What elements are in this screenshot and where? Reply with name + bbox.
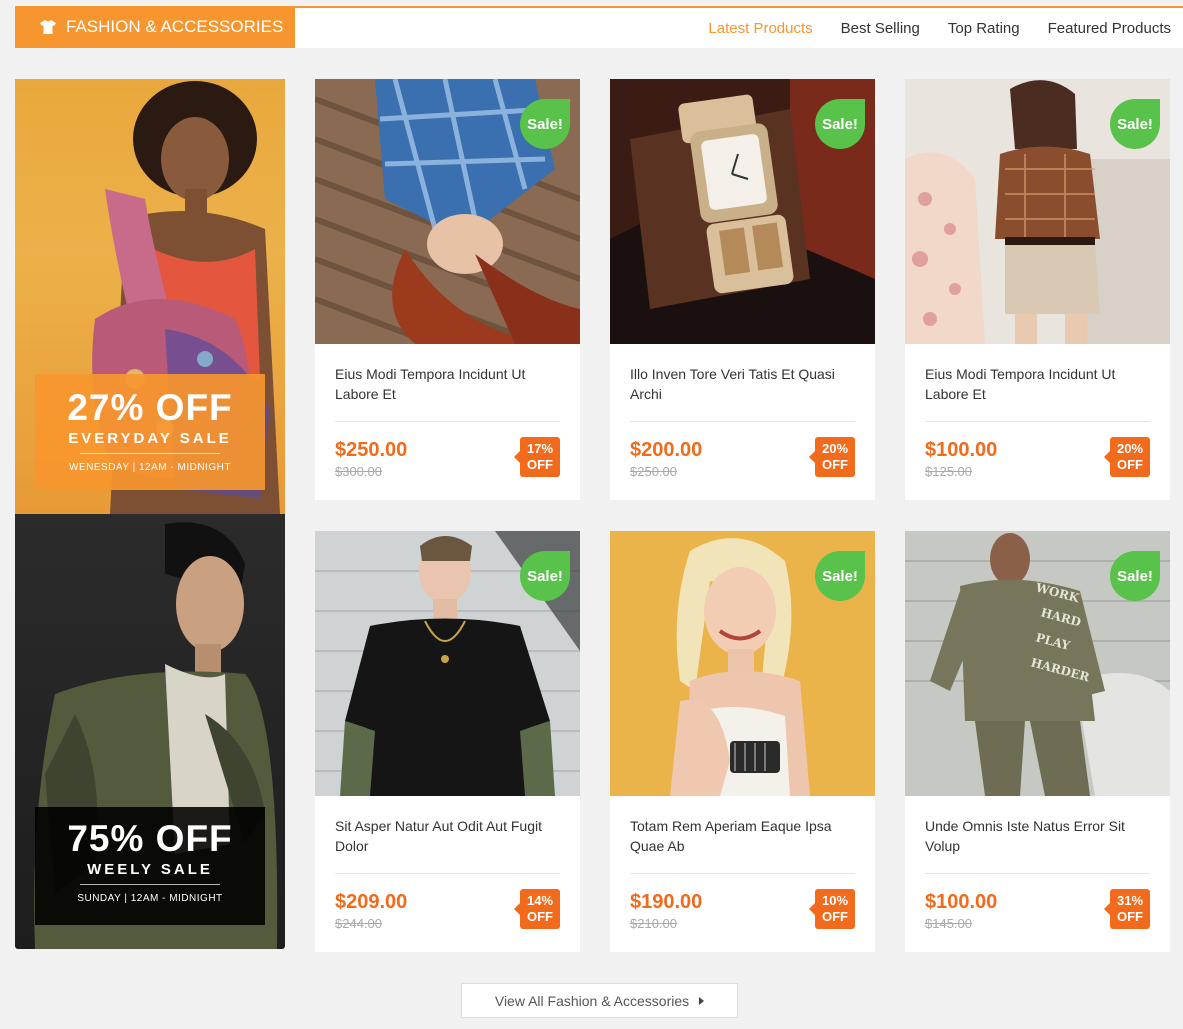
product-price: $200.00: [630, 439, 703, 461]
product-price: $100.00: [925, 439, 998, 461]
product-name[interactable]: Unde Omnis Iste Natus Error Sit Volup: [925, 816, 1153, 874]
offer-divider: [80, 884, 220, 885]
product-old-price: $244.00: [335, 916, 382, 931]
product-old-price: $210.00: [630, 916, 677, 931]
divider: [335, 421, 560, 422]
offer-time: SUNDAY | 12AM - MIDNIGHT: [77, 893, 223, 904]
product-price: $209.00: [335, 891, 408, 913]
product-price: $190.00: [630, 891, 703, 913]
discount-percent: 14%: [526, 893, 554, 908]
discount-label: OFF: [822, 457, 848, 472]
product-name[interactable]: Eius Modi Tempora Incidunt Ut Labore Et: [335, 364, 563, 422]
product-card[interactable]: Sale! Illo Inven Tore Veri Tatis Et Quas…: [610, 79, 875, 500]
divider: [925, 421, 1150, 422]
discount-tag: 31% OFF: [1104, 889, 1150, 929]
discount-tag: 17% OFF: [514, 437, 560, 477]
category-title-bar[interactable]: FASHION & ACCESSORIES: [15, 6, 295, 48]
sale-badge: Sale!: [815, 99, 865, 149]
divider: [335, 873, 560, 874]
sale-badge: Sale!: [815, 551, 865, 601]
product-name[interactable]: Sit Asper Natur Aut Odit Aut Fugit Dolor: [335, 816, 563, 874]
discount-percent: 20%: [1116, 441, 1144, 456]
sale-badge: Sale!: [520, 99, 570, 149]
discount-percent: 10%: [821, 893, 849, 908]
divider: [925, 873, 1150, 874]
offer-percentage: 75% OFF: [67, 818, 233, 859]
chevron-right-icon: [699, 996, 705, 1005]
discount-label: OFF: [1117, 457, 1143, 472]
promo-banner-weekly[interactable]: 75% OFF WEELY SALE SUNDAY | 12AM - MIDNI…: [15, 514, 285, 949]
discount-percent: 17%: [526, 441, 554, 456]
product-card[interactable]: Sale! Eius Modi Tempora Incidunt Ut Labo…: [315, 79, 580, 500]
sale-badge: Sale!: [1110, 99, 1160, 149]
product-card[interactable]: Sale! Sit Asper Natur Aut Odit Aut Fugit…: [315, 531, 580, 952]
category-title: FASHION & ACCESSORIES: [66, 17, 284, 36]
product-card[interactable]: WORK HARD PLAY HARDER Sale! Unde Omnis I…: [905, 531, 1170, 952]
product-card[interactable]: Sale! Eius Modi Tempora Incidunt Ut Labo…: [905, 79, 1170, 500]
product-image[interactable]: Sale!: [315, 531, 580, 796]
discount-label: OFF: [1117, 909, 1143, 924]
offer-subtitle: EVERYDAY SALE: [68, 430, 232, 447]
offer-time: WENESDAY | 12AM - MIDNIGHT: [69, 462, 231, 473]
product-image[interactable]: Sale!: [610, 531, 875, 796]
discount-percent: 31%: [1116, 893, 1144, 908]
everyday-offer-box: 27% OFF EVERYDAY SALE WENESDAY | 12AM - …: [35, 374, 265, 490]
product-price: $250.00: [335, 439, 408, 461]
product-image[interactable]: Sale!: [610, 79, 875, 344]
tab-top-rating[interactable]: Top Rating: [948, 20, 1020, 37]
discount-label: OFF: [822, 909, 848, 924]
product-image[interactable]: Sale!: [315, 79, 580, 344]
product-card[interactable]: Sale! Totam Rem Aperiam Eaque Ipsa Quae …: [610, 531, 875, 952]
view-all-label: View All Fashion & Accessories: [494, 992, 690, 1009]
product-old-price: $125.00: [925, 464, 972, 479]
product-tabs: Latest Products Best Selling Top Rating …: [680, 8, 1171, 48]
sale-badge: Sale!: [520, 551, 570, 601]
product-image[interactable]: Sale!: [905, 79, 1170, 344]
product-price: $100.00: [925, 891, 998, 913]
product-name[interactable]: Illo Inven Tore Veri Tatis Et Quasi Arch…: [630, 364, 858, 422]
product-name[interactable]: Eius Modi Tempora Incidunt Ut Labore Et: [925, 364, 1153, 422]
weekly-offer-box: 75% OFF WEELY SALE SUNDAY | 12AM - MIDNI…: [35, 807, 265, 925]
product-old-price: $250.00: [630, 464, 677, 479]
discount-tag: 20% OFF: [1104, 437, 1150, 477]
sale-badge: Sale!: [1110, 551, 1160, 601]
product-old-price: $300.00: [335, 464, 382, 479]
discount-label: OFF: [527, 457, 553, 472]
promo-banner-everyday[interactable]: 27% OFF EVERYDAY SALE WENESDAY | 12AM - …: [15, 79, 285, 514]
view-all-button[interactable]: View All Fashion & Accessories: [461, 983, 738, 1018]
divider: [630, 421, 855, 422]
tab-featured-products[interactable]: Featured Products: [1048, 20, 1171, 37]
discount-percent: 20%: [821, 441, 849, 456]
product-name[interactable]: Totam Rem Aperiam Eaque Ipsa Quae Ab: [630, 816, 858, 874]
discount-tag: 20% OFF: [809, 437, 855, 477]
product-image[interactable]: WORK HARD PLAY HARDER Sale!: [905, 531, 1170, 796]
divider: [630, 873, 855, 874]
category-header: FASHION & ACCESSORIES Latest Products Be…: [15, 6, 1183, 48]
offer-divider: [80, 453, 220, 454]
offer-subtitle: WEELY SALE: [87, 861, 213, 878]
discount-tag: 14% OFF: [514, 889, 560, 929]
product-old-price: $145.00: [925, 916, 972, 931]
discount-tag: 10% OFF: [809, 889, 855, 929]
tab-latest-products[interactable]: Latest Products: [708, 20, 812, 37]
offer-percentage: 27% OFF: [67, 387, 233, 428]
tshirt-icon: [40, 20, 56, 34]
tab-best-selling[interactable]: Best Selling: [841, 20, 920, 37]
discount-label: OFF: [527, 909, 553, 924]
